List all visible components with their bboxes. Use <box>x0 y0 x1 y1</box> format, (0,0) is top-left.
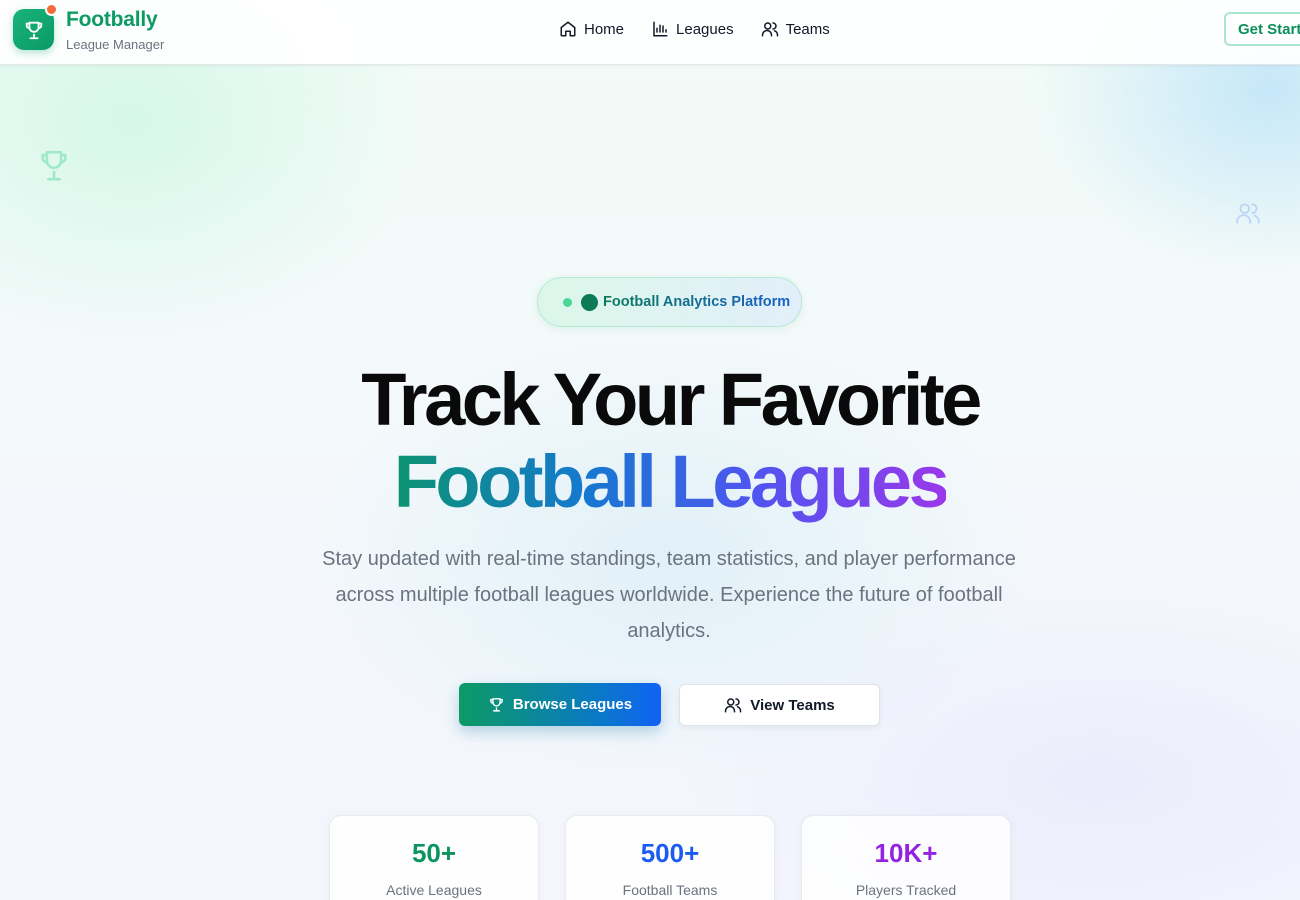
hero-title-line2: Football Leagues <box>0 440 1300 524</box>
hero-description: Stay updated with real-time standings, t… <box>322 548 1016 642</box>
brand-subtitle: League Manager <box>66 37 165 52</box>
view-teams-button[interactable]: View Teams <box>679 684 880 726</box>
stat-value: 500+ <box>640 838 700 868</box>
nav-item-home[interactable]: Home <box>559 20 624 38</box>
nav-label-teams: Teams <box>785 20 830 38</box>
get-started-button[interactable]: Get Started <box>1224 12 1300 46</box>
notification-dot <box>45 3 58 16</box>
hero-title-line1: Track Your Favorite <box>361 358 982 441</box>
users-icon <box>725 698 742 713</box>
bar-chart-icon <box>653 21 668 37</box>
home-icon <box>560 21 576 37</box>
platform-badge: Football Analytics Platform <box>537 277 802 327</box>
stat-label: Active Leagues <box>386 882 482 898</box>
users-icon <box>1236 203 1260 224</box>
trophy-icon <box>41 150 67 181</box>
nav-label-leagues: Leagues <box>676 20 734 38</box>
stat-card-players: 10K+ Players Tracked <box>801 815 1011 900</box>
brand-name[interactable]: Footbally <box>66 8 158 32</box>
status-dot <box>581 294 598 311</box>
stat-label: Football Teams <box>622 882 718 898</box>
top-navbar: Footbally League Manager Home Leagues Te… <box>0 0 1300 65</box>
browse-leagues-button[interactable]: Browse Leagues <box>459 683 661 726</box>
stat-label: Players Tracked <box>855 882 957 898</box>
stat-value: 50+ <box>411 838 457 868</box>
nav-item-leagues[interactable]: Leagues <box>651 20 734 38</box>
hero-title-gradient-text: Football Leagues <box>393 440 950 523</box>
trophy-icon <box>490 698 503 712</box>
main-nav: Home Leagues Teams <box>559 18 857 40</box>
stat-card-teams: 500+ Football Teams <box>565 815 775 900</box>
stat-card-leagues: 50+ Active Leagues <box>329 815 539 900</box>
users-icon <box>761 22 778 37</box>
pulse-dot <box>563 298 572 307</box>
trophy-icon <box>25 21 42 39</box>
view-teams-label: View Teams <box>750 696 835 714</box>
nav-item-teams[interactable]: Teams <box>761 20 830 38</box>
badge-label: Football Analytics Platform <box>603 294 791 310</box>
browse-leagues-label: Browse Leagues <box>512 696 633 713</box>
stat-value: 10K+ <box>874 838 938 868</box>
nav-label-home: Home <box>584 20 625 38</box>
